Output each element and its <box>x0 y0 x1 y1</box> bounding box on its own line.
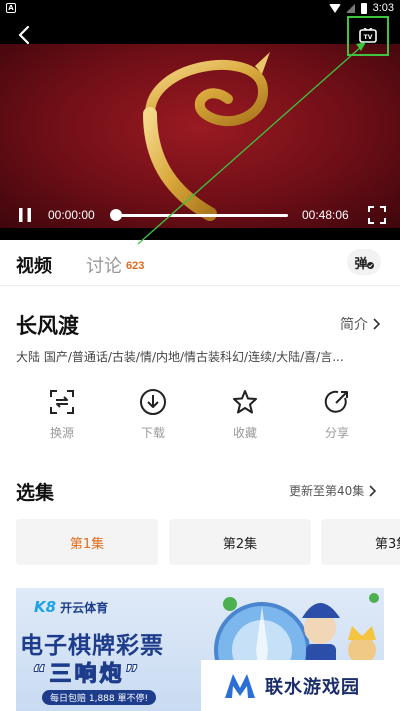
action-bar: 换源 下载 收藏 分享 <box>0 388 400 450</box>
ad-brand: K8 开云体育 <box>34 598 108 616</box>
status-bar: A 3:03 <box>0 0 400 16</box>
show-title: 长风渡 <box>16 314 79 338</box>
switch-source-label: 换源 <box>49 426 74 440</box>
switch-source-icon <box>50 390 74 414</box>
download-icon <box>140 389 166 415</box>
wifi-icon <box>328 3 341 13</box>
share-button[interactable]: 分享 <box>307 388 367 441</box>
signal-icon <box>346 3 355 13</box>
back-arrow-icon[interactable] <box>14 24 36 46</box>
chevron-right-icon <box>373 318 380 330</box>
tv-icon: TV <box>359 28 377 43</box>
clock: 3:03 <box>372 2 394 14</box>
danmu-check-icon <box>366 261 374 269</box>
episodes-update-text: 更新至第40集 <box>289 484 365 498</box>
ad-brand-logo: K8 <box>34 598 57 616</box>
discuss-count-badge: 623 <box>126 260 145 272</box>
cast-to-tv-button[interactable]: TV <box>347 16 389 56</box>
ad-brand-name: 开云体育 <box>60 600 109 615</box>
status-icons: 3:03 <box>328 1 394 15</box>
intro-label: 简介 <box>340 317 368 333</box>
content-tabs: 视频 讨论 623 弹 <box>0 240 400 286</box>
danmu-toggle-button[interactable]: 弹 <box>347 249 381 275</box>
watermark-logo-icon <box>225 673 255 698</box>
logo-swirl-art <box>143 52 270 221</box>
show-tags: 大陆 国产/普通话/古装/情/内地/情古装科幻/连续/大陆/喜/言... <box>16 350 344 364</box>
download-button[interactable]: 下载 <box>123 388 183 441</box>
watermark-text: 联水游戏园 <box>265 676 360 698</box>
app-notification-icon: A <box>6 3 16 13</box>
episode-item-3[interactable]: 第3集 <box>321 519 400 565</box>
current-time: 00:00:00 <box>48 208 95 222</box>
ad-subheadline: “三响炮” <box>32 662 142 688</box>
video-frame[interactable] <box>0 44 400 228</box>
episode-item-2[interactable]: 第2集 <box>169 519 311 565</box>
share-icon <box>324 390 348 413</box>
switch-source-button[interactable]: 换源 <box>32 388 92 441</box>
episodes-heading: 选集 <box>16 482 55 504</box>
pause-icon[interactable] <box>18 207 32 223</box>
watermark: 联水游戏园 <box>201 660 384 711</box>
favorite-label: 收藏 <box>232 426 257 440</box>
progress-bar[interactable] <box>116 214 288 217</box>
episode-item-1[interactable]: 第1集 <box>16 519 158 565</box>
svg-text:TV: TV <box>364 34 373 41</box>
ad-tagline: 每日包赔 1,888 單不停! <box>42 690 157 705</box>
share-label: 分享 <box>324 426 349 440</box>
progress-handle[interactable] <box>110 209 122 221</box>
ad-headline: 电子棋牌彩票 <box>20 633 164 659</box>
video-player[interactable]: TV 00:00:00 00:48:06 <box>0 16 400 240</box>
player-controls: 00:00:00 00:48:06 <box>0 204 400 228</box>
tab-discuss[interactable]: 讨论 <box>86 252 122 278</box>
favorite-button[interactable]: 收藏 <box>215 388 275 441</box>
tab-video[interactable]: 视频 <box>16 252 52 278</box>
fullscreen-icon[interactable] <box>368 206 386 224</box>
star-icon <box>233 390 257 414</box>
chevron-right-icon <box>369 484 377 497</box>
download-label: 下载 <box>140 426 165 440</box>
intro-link[interactable]: 简介 <box>340 314 380 334</box>
battery-icon <box>360 2 367 14</box>
duration: 00:48:06 <box>302 208 349 222</box>
episodes-more-link[interactable]: 更新至第40集 <box>289 482 377 499</box>
